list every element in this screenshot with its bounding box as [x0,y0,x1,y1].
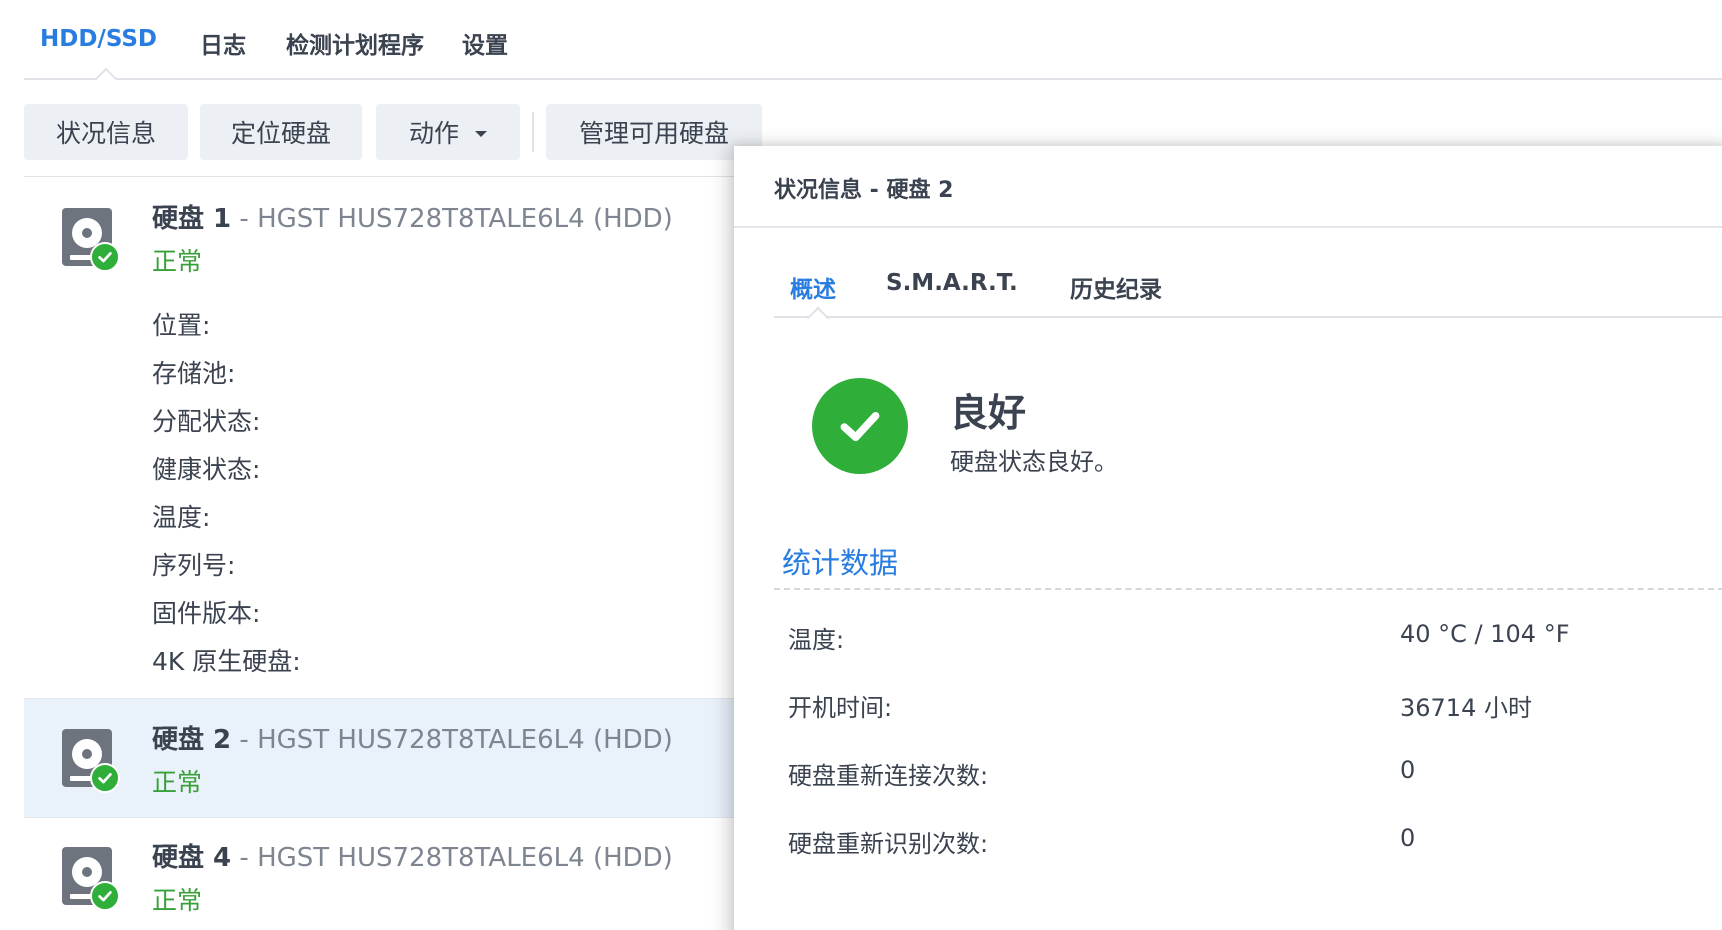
prop-allocation-label: 分配状态: [152,407,261,436]
tab-settings[interactable]: 设置 [462,26,508,60]
locate-disk-label: 定位硬盘 [230,119,331,148]
tab-overview[interactable]: 概述 [790,270,836,304]
health-status-description: 硬盘状态良好。 [950,448,1118,476]
stat-reidentify-value: 0 [1400,824,1416,852]
disk-list-item[interactable]: 硬盘 4 - HGST HUS728T8TALE6L4 (HDD) 正常 [24,818,764,930]
prop-storage-pool-label: 存储池: [152,359,236,388]
top-tab-bar: HDD/SSD 日志 检测计划程序 设置 [24,0,1722,91]
manage-available-disks-button[interactable]: 管理可用硬盘 [546,104,762,160]
disk-list-item[interactable]: 硬盘 2 - HGST HUS728T8TALE6L4 (HDD) 正常 [24,699,764,817]
locate-disk-button[interactable]: 定位硬盘 [200,104,362,160]
tab-test-scheduler[interactable]: 检测计划程序 [286,26,424,60]
disk-title: 硬盘 2 - HGST HUS728T8TALE6L4 (HDD) [152,719,673,756]
active-tab-indicator [806,306,830,330]
disk-title: 硬盘 1 - HGST HUS728T8TALE6L4 (HDD) [152,198,673,235]
disk-status: 正常 [152,768,203,797]
prop-health-label: 健康状态: [152,455,261,484]
health-info-panel: 状况信息 - 硬盘 2 概述 S.M.A.R.T. 历史纪录 良好 硬盘状态良好… [734,146,1722,930]
disk-list-item[interactable]: 硬盘 1 - HGST HUS728T8TALE6L4 (HDD) 正常 位置:… [24,178,764,696]
chevron-down-icon [475,131,487,137]
disk-model: - HGST HUS728T8TALE6L4 (HDD) [231,725,673,755]
tab-history[interactable]: 历史纪录 [1070,270,1162,304]
health-ok-icon [812,378,908,474]
disk-status: 正常 [152,247,203,276]
toolbar-separator [532,112,534,152]
health-status-title: 良好 [950,391,1027,435]
check-badge-icon [90,763,120,793]
statistics-divider [774,588,1722,590]
stat-reconnect-label: 硬盘重新连接次数: [788,762,989,790]
tab-smart[interactable]: S.M.A.R.T. [886,270,1018,296]
disk-status: 正常 [152,886,203,915]
toolbar-divider [24,176,744,177]
statistics-heading: 统计数据 [782,546,899,580]
disk-model: - HGST HUS728T8TALE6L4 (HDD) [231,204,673,234]
prop-temperature-label: 温度: [152,503,211,532]
disk-name: 硬盘 1 [152,204,232,234]
check-badge-icon [90,242,120,272]
stat-reidentify-label: 硬盘重新识别次数: [788,830,989,858]
health-info-label: 状况信息 [55,119,156,148]
tab-hdd-ssd[interactable]: HDD/SSD [40,26,157,52]
tab-logs[interactable]: 日志 [200,26,246,60]
prop-location-label: 位置: [152,311,211,340]
health-info-button[interactable]: 状况信息 [24,104,188,160]
stat-reconnect-value: 0 [1400,756,1416,784]
panel-title: 状况信息 - 硬盘 2 [774,178,954,203]
disk-name: 硬盘 4 [152,843,232,873]
prop-firmware-label: 固件版本: [152,599,261,628]
stat-temperature-value: 40 °C / 104 °F [1400,620,1570,648]
action-dropdown-button[interactable]: 动作 [376,104,520,160]
panel-tab-bar: 概述 S.M.A.R.T. 历史纪录 [774,246,1722,330]
check-badge-icon [90,881,120,911]
manage-disks-label: 管理可用硬盘 [578,119,729,148]
prop-serial-label: 序列号: [152,551,236,580]
action-label: 动作 [408,119,459,148]
disk-title: 硬盘 4 - HGST HUS728T8TALE6L4 (HDD) [152,837,673,874]
active-tab-indicator [94,67,118,91]
prop-4k-native-label: 4K 原生硬盘: [152,647,301,676]
disk-name: 硬盘 2 [152,725,232,755]
storage-manager: HDD/SSD 日志 检测计划程序 设置 状况信息 定位硬盘 动作 管理可用硬盘… [0,0,1722,930]
stat-power-on-value: 36714 小时 [1400,694,1532,722]
panel-title-divider [734,226,1722,228]
stat-power-on-label: 开机时间: [788,694,893,722]
disk-model: - HGST HUS728T8TALE6L4 (HDD) [231,843,673,873]
stat-temperature-label: 温度: [788,626,845,654]
